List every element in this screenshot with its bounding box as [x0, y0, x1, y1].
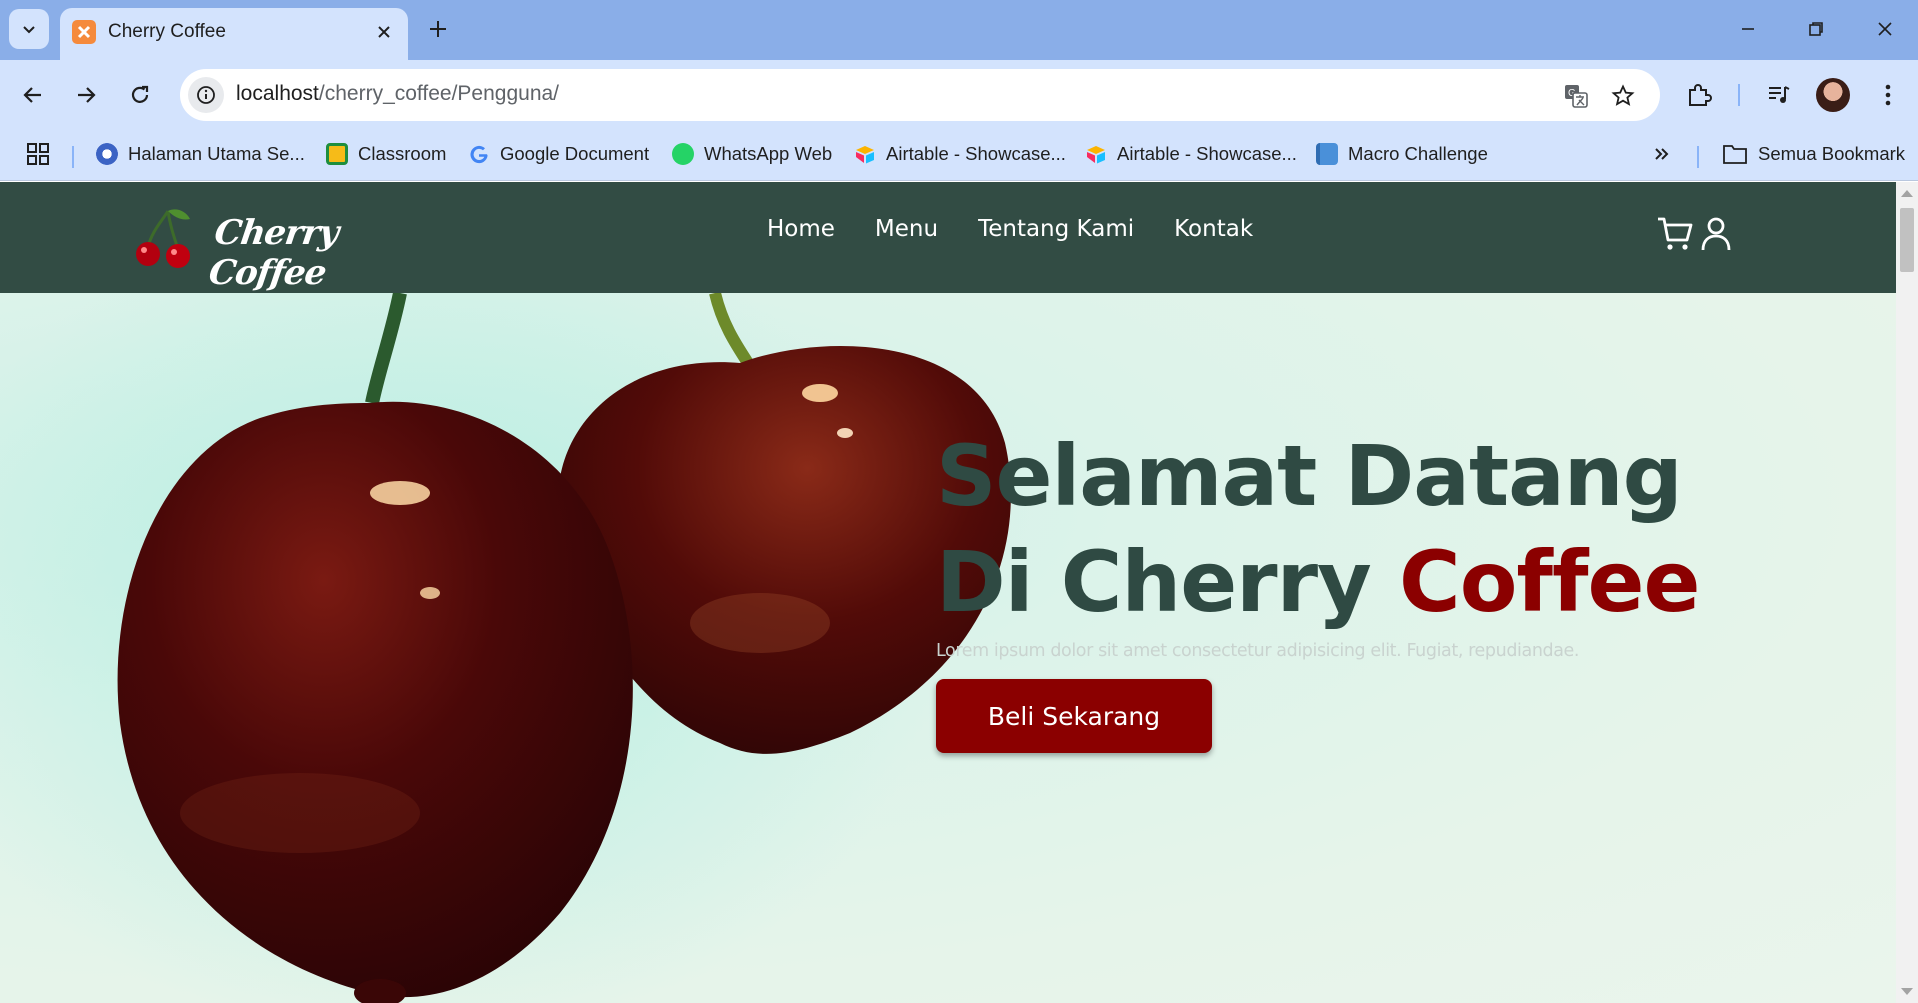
bookmark-label: Google Document	[500, 143, 650, 164]
cherry-logo-icon	[136, 209, 190, 268]
bookmark-item-google-document[interactable]: Google Document	[468, 138, 649, 170]
bookmark-item-airtable-2[interactable]: Airtable - Showcase...	[1085, 138, 1297, 170]
url-path: /cherry_coffee/Pengguna/	[318, 82, 560, 105]
whatsapp-icon	[672, 143, 694, 165]
brand-name: Cherry Coffee	[206, 213, 341, 293]
site-header: Cherry Coffee Home Menu Tentang Kami Kon…	[0, 182, 1896, 293]
hero-title: Selamat Datang Di Cherry Coffee	[936, 423, 1736, 635]
nav-home[interactable]: Home	[767, 216, 835, 242]
bookmarks-divider	[72, 146, 74, 168]
reload-icon	[131, 85, 149, 103]
new-tab-button[interactable]	[425, 14, 451, 44]
all-bookmarks-button[interactable]: Semua Bookmark	[1722, 138, 1905, 170]
extensions-icon[interactable]	[1681, 77, 1717, 113]
site-info-icon[interactable]	[188, 77, 224, 113]
hero-cherries-image	[0, 293, 1011, 1003]
apps-grid-icon	[27, 143, 49, 165]
cart-icon[interactable]	[1655, 214, 1695, 254]
hero-title-line-2: Di Cherry	[936, 533, 1400, 631]
url-host: localhost	[236, 82, 319, 105]
bookmarks-overflow-button[interactable]	[1652, 138, 1672, 170]
restore-icon	[1809, 22, 1823, 36]
bookmark-item-classroom[interactable]: Classroom	[326, 138, 446, 170]
minimize-button[interactable]	[1733, 14, 1763, 44]
institution-logo-icon	[96, 143, 118, 165]
airtable-icon	[1087, 146, 1105, 164]
hero-text-block: Selamat Datang Di Cherry Coffee Lorem ip…	[936, 423, 1736, 753]
scroll-up-arrow-icon[interactable]	[1901, 190, 1913, 197]
tab-close-icon[interactable]	[372, 20, 396, 44]
book-icon	[1316, 143, 1338, 165]
all-bookmarks-label: Semua Bookmark	[1758, 143, 1906, 164]
bookmark-item-airtable-1[interactable]: Airtable - Showcase...	[854, 138, 1066, 170]
toolbar-divider	[1738, 84, 1740, 106]
forward-button[interactable]	[68, 77, 104, 113]
close-window-button[interactable]	[1870, 14, 1900, 44]
nav-kontak[interactable]: Kontak	[1174, 216, 1253, 242]
scroll-thumb[interactable]	[1900, 208, 1914, 272]
reload-button[interactable]	[122, 77, 158, 113]
classroom-icon	[326, 143, 348, 165]
main-nav: Home Menu Tentang Kami Kontak	[767, 216, 1253, 242]
minimize-icon	[1742, 28, 1754, 30]
nav-tentang-kami[interactable]: Tentang Kami	[978, 216, 1134, 242]
airtable-icon	[856, 146, 874, 164]
bookmark-item-halaman-utama[interactable]: Halaman Utama Se...	[96, 138, 305, 170]
browser-tab-active[interactable]: Cherry Coffee	[60, 8, 408, 60]
browser-tab-bar: Cherry Coffee	[0, 0, 1918, 60]
bookmark-label: Classroom	[358, 143, 447, 164]
scroll-down-arrow-icon[interactable]	[1901, 988, 1913, 995]
chevron-down-icon	[23, 26, 35, 34]
bookmark-label: WhatsApp Web	[704, 143, 833, 164]
tab-title: Cherry Coffee	[108, 21, 226, 42]
page-viewport: Cherry Coffee Home Menu Tentang Kami Kon…	[0, 182, 1896, 1003]
hero-subtitle: Lorem ipsum dolor sit amet consectetur a…	[936, 641, 1580, 661]
back-button[interactable]	[15, 77, 51, 113]
profile-avatar[interactable]	[1816, 78, 1850, 112]
media-controls-icon[interactable]	[1761, 77, 1797, 113]
site-logo[interactable]: Cherry Coffee	[132, 207, 402, 293]
plus-icon	[430, 21, 446, 37]
buy-now-button[interactable]: Beli Sekarang	[936, 679, 1212, 753]
tab-search-button[interactable]	[9, 9, 49, 49]
apps-button[interactable]	[26, 138, 50, 170]
browser-toolbar: localhost/cherry_coffee/Pengguna/ G	[0, 60, 1918, 130]
google-icon	[470, 145, 488, 164]
bookmark-label: Macro Challenge	[1348, 143, 1488, 164]
folder-icon	[1723, 145, 1747, 164]
bookmark-label: Airtable - Showcase...	[1117, 143, 1297, 164]
user-icon[interactable]	[1696, 214, 1736, 254]
double-chevron-right-icon	[1655, 148, 1669, 160]
restore-button[interactable]	[1801, 14, 1831, 44]
close-icon	[1878, 22, 1892, 36]
bookmark-item-macro-challenge[interactable]: Macro Challenge	[1316, 138, 1488, 170]
bookmarks-bar: Halaman Utama Se... Classroom Google Doc…	[0, 130, 1918, 181]
hero-title-accent: Coffee	[1399, 533, 1700, 631]
bookmarks-divider	[1697, 146, 1699, 168]
arrow-right-icon	[78, 87, 96, 103]
address-bar[interactable]: localhost/cherry_coffee/Pengguna/ G	[180, 69, 1660, 121]
url-text[interactable]: localhost/cherry_coffee/Pengguna/	[236, 82, 559, 106]
bookmark-star-icon[interactable]	[1608, 81, 1638, 111]
bookmark-item-whatsapp[interactable]: WhatsApp Web	[672, 138, 832, 170]
hero-section: Selamat Datang Di Cherry Coffee Lorem ip…	[0, 293, 1896, 1003]
page-scrollbar[interactable]	[1896, 182, 1918, 1003]
translate-icon[interactable]: G	[1561, 81, 1591, 111]
more-menu-icon[interactable]	[1870, 77, 1906, 113]
hero-title-line-1: Selamat Datang	[936, 427, 1683, 525]
bookmark-label: Halaman Utama Se...	[128, 143, 305, 164]
arrow-left-icon	[23, 87, 41, 103]
xampp-favicon-icon	[72, 20, 96, 44]
bookmark-label: Airtable - Showcase...	[886, 143, 1066, 164]
nav-menu[interactable]: Menu	[875, 216, 938, 242]
